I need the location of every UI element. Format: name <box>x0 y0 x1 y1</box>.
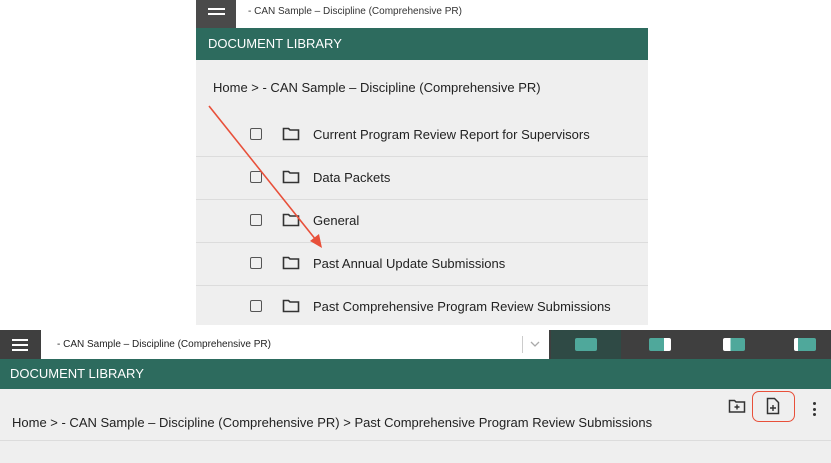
folder-checkbox[interactable] <box>250 300 262 312</box>
top-bar: - CAN Sample – Discipline (Comprehensive… <box>0 330 831 359</box>
folder-label[interactable]: General <box>313 213 359 228</box>
folder-icon <box>282 127 300 141</box>
document-library-header: DOCUMENT LIBRARY <box>0 359 831 389</box>
selector-divider <box>522 336 523 353</box>
folder-row[interactable]: General <box>196 200 648 243</box>
program-selector[interactable]: - CAN Sample – Discipline (Comprehensive… <box>41 330 549 359</box>
layout-left-button[interactable] <box>770 330 831 359</box>
hamburger-menu-icon[interactable] <box>196 0 236 28</box>
breadcrumb[interactable]: Home > - CAN Sample – Discipline (Compre… <box>12 415 652 430</box>
layout-left-icon <box>794 338 816 351</box>
add-folder-icon[interactable] <box>728 399 746 414</box>
folder-row[interactable]: Past Comprehensive Program Review Submis… <box>196 286 648 325</box>
folder-icon <box>282 256 300 270</box>
folder-label[interactable]: Past Annual Update Submissions <box>313 256 505 271</box>
bottom-document-library-panel: - CAN Sample – Discipline (Comprehensive… <box>0 330 831 463</box>
layout-right-icon <box>649 338 671 351</box>
folder-checkbox[interactable] <box>250 214 262 226</box>
top-document-library-panel: - CAN Sample – Discipline (Comprehensive… <box>196 0 648 325</box>
layout-right-button[interactable] <box>625 330 695 359</box>
layout-split-button[interactable] <box>699 330 769 359</box>
layout-split-icon <box>723 338 745 351</box>
folder-icon <box>282 170 300 184</box>
program-selector-value: - CAN Sample – Discipline (Comprehensive… <box>57 339 271 350</box>
hamburger-menu-icon[interactable] <box>0 330 41 359</box>
folder-label[interactable]: Current Program Review Report for Superv… <box>313 127 590 142</box>
folder-label[interactable]: Data Packets <box>313 170 390 185</box>
folder-row[interactable]: Current Program Review Report for Superv… <box>196 114 648 157</box>
document-library-header: DOCUMENT LIBRARY <box>196 28 648 60</box>
folder-checkbox[interactable] <box>250 128 262 140</box>
top-title: - CAN Sample – Discipline (Comprehensive… <box>248 6 462 17</box>
top-titlebar: - CAN Sample – Discipline (Comprehensive… <box>196 0 648 28</box>
chevron-down-icon[interactable] <box>529 338 541 350</box>
layout-full-icon <box>575 338 597 351</box>
folder-checkbox[interactable] <box>250 171 262 183</box>
divider <box>0 440 831 441</box>
add-file-icon[interactable] <box>766 397 780 415</box>
folder-row[interactable]: Past Annual Update Submissions <box>196 243 648 286</box>
layout-full-button[interactable] <box>551 330 621 359</box>
folder-label[interactable]: Past Comprehensive Program Review Submis… <box>313 299 611 314</box>
folder-icon <box>282 213 300 227</box>
folder-checkbox[interactable] <box>250 257 262 269</box>
more-vert-icon[interactable] <box>813 402 816 419</box>
folder-icon <box>282 299 300 313</box>
breadcrumb[interactable]: Home > - CAN Sample – Discipline (Compre… <box>213 80 541 95</box>
folder-row[interactable]: Data Packets <box>196 157 648 200</box>
